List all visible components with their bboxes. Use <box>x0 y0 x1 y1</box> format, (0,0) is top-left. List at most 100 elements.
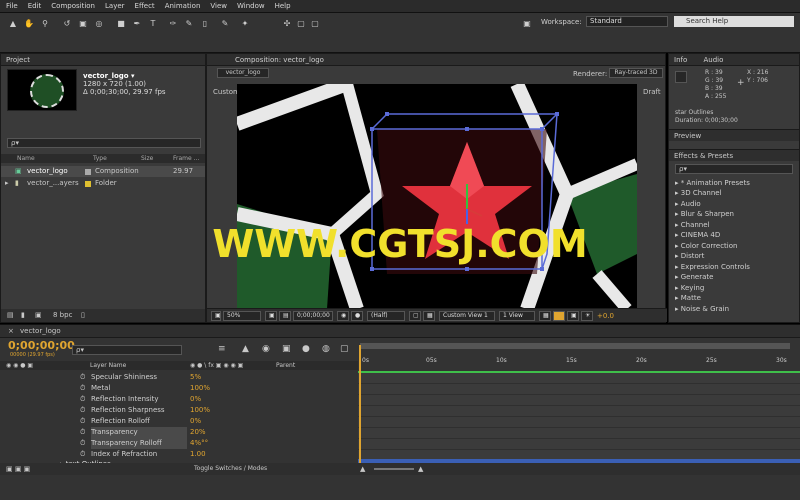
comp-name[interactable]: vector_logo ▾ <box>83 72 166 80</box>
layer-switches-icon[interactable]: ▣ ▣ ▣ <box>6 465 30 473</box>
current-time-indicator[interactable] <box>359 345 361 465</box>
composition-mini-flowchart-icon[interactable]: ≡ <box>218 344 226 354</box>
text-tool-icon[interactable]: T <box>148 19 158 29</box>
menu-window[interactable]: Window <box>237 2 265 10</box>
rotate-tool-icon[interactable]: ↺ <box>62 19 72 29</box>
frame-blending-icon[interactable]: ▣ <box>282 344 291 354</box>
expand-arrow-icon[interactable]: ▸ <box>5 178 9 189</box>
effect-category[interactable]: ▸ Noise & Grain <box>675 305 729 313</box>
stopwatch-icon[interactable]: ⏱ <box>80 383 85 394</box>
view-select[interactable]: Custom View 1 <box>439 311 495 321</box>
menu-layer[interactable]: Layer <box>105 2 125 10</box>
selection-tool-icon[interactable]: ▲ <box>8 19 18 29</box>
effect-category[interactable]: ▸ Audio <box>675 200 701 208</box>
bpc-label[interactable]: 8 bpc <box>53 311 72 319</box>
preview-tab[interactable]: Preview <box>669 129 799 141</box>
new-comp-icon[interactable]: ▣ <box>35 311 42 319</box>
exposure-reset-icon[interactable]: ☀ <box>581 311 593 321</box>
timeline-timecode[interactable]: 0;00;00;00 <box>8 339 75 352</box>
close-tab-icon[interactable]: × <box>8 327 14 335</box>
renderer-select[interactable]: Ray-traced 3D <box>609 68 663 78</box>
property-value[interactable]: 100% <box>190 383 210 394</box>
property-row[interactable]: ⏱ Specular Shininess 5% <box>0 372 358 383</box>
search-help-input[interactable]: Search Help <box>674 16 794 27</box>
resolution-select[interactable]: (Half) <box>367 311 405 321</box>
puppet-tool-icon[interactable]: ✦ <box>240 19 250 29</box>
menu-animation[interactable]: Animation <box>165 2 201 10</box>
effect-category[interactable]: ▸ Blur & Sharpen <box>675 210 734 218</box>
col-name[interactable]: Name <box>17 154 35 163</box>
view-axis-icon[interactable]: ▢ <box>310 19 320 29</box>
transparency-grid-icon[interactable]: ▦ <box>423 311 435 321</box>
property-row[interactable]: ⏱ Reflection Sharpness 100% <box>0 405 358 416</box>
label-color-swatch[interactable] <box>85 181 91 187</box>
col-frame[interactable]: Frame ... <box>173 154 199 163</box>
zoom-out-icon[interactable]: ▲ <box>360 465 365 473</box>
draft-3d-icon[interactable]: ▲ <box>242 344 249 354</box>
property-row[interactable]: ⏱ Index of Refraction 1.00 <box>0 449 358 460</box>
menu-help[interactable]: Help <box>275 2 291 10</box>
effects-presets-tab[interactable]: Effects & Presets <box>669 149 799 161</box>
property-row[interactable]: ⏱ Metal 100% <box>0 383 358 394</box>
property-row[interactable]: ⏱ Reflection Rolloff 0% <box>0 416 358 427</box>
property-value[interactable]: 4%°° <box>190 438 208 449</box>
world-axis-icon[interactable]: ▢ <box>296 19 306 29</box>
project-item[interactable]: ▸ ▮ vector_...ayers Folder <box>1 178 205 189</box>
views-select[interactable]: 1 View <box>499 311 535 321</box>
info-tab[interactable]: Info <box>674 56 687 64</box>
property-value[interactable]: 5% <box>190 372 201 383</box>
hand-tool-icon[interactable]: ✋ <box>24 19 34 29</box>
comp-viewer[interactable] <box>237 84 637 309</box>
stopwatch-icon[interactable]: ⏱ <box>80 394 85 405</box>
axis-mode-icon[interactable]: ✣ <box>282 19 292 29</box>
effect-category[interactable]: ▸ Matte <box>675 294 701 302</box>
effect-category[interactable]: ▸ Keying <box>675 284 704 292</box>
stopwatch-icon[interactable]: ⏱ <box>80 438 85 449</box>
effect-category[interactable]: ▸ Generate <box>675 273 713 281</box>
composition-tab[interactable]: Composition: vector_logo <box>207 54 665 66</box>
brush-tool-icon[interactable]: ✑ <box>168 19 178 29</box>
trash-icon[interactable]: ▯ <box>81 311 85 319</box>
flowchart-icon[interactable]: ▣ <box>567 311 579 321</box>
project-search-input[interactable]: ρ▾ <box>7 138 201 148</box>
menu-composition[interactable]: Composition <box>51 2 95 10</box>
graph-editor-icon[interactable]: ◍ <box>322 344 330 354</box>
col-parent[interactable]: Parent <box>276 361 295 370</box>
col-size[interactable]: Size <box>141 154 153 163</box>
interpret-footage-icon[interactable]: ▤ <box>7 311 14 319</box>
pen-tool-icon[interactable]: ✒ <box>132 19 142 29</box>
property-row[interactable]: ⏱ Reflection Intensity 0% <box>0 394 358 405</box>
track-area[interactable] <box>358 371 800 463</box>
pan-behind-tool-icon[interactable]: ◎ <box>94 19 104 29</box>
property-value[interactable]: 100% <box>190 405 210 416</box>
workspace-select[interactable]: Standard <box>586 16 668 27</box>
channel-icon[interactable]: ● <box>351 311 363 321</box>
project-item[interactable]: ▣ vector_logo Composition 29.97 <box>1 166 205 177</box>
zoom-slider[interactable] <box>374 468 414 470</box>
time-ruler[interactable]: 0s 05s 10s 15s 20s 25s 30s <box>358 339 800 371</box>
menu-view[interactable]: View <box>210 2 227 10</box>
brainstorm-icon[interactable]: ▢ <box>340 344 349 354</box>
label-color-swatch[interactable] <box>85 169 91 175</box>
toggle-switches-button[interactable]: Toggle Switches / Modes <box>194 465 267 472</box>
menu-effect[interactable]: Effect <box>135 2 155 10</box>
safe-zones-icon[interactable]: ▣ <box>265 311 277 321</box>
property-value[interactable]: 1.00 <box>190 449 206 460</box>
av-features-icon[interactable]: ◉ ◉ ● ▣ <box>6 361 33 370</box>
effect-category[interactable]: ▸ 3D Channel <box>675 189 722 197</box>
snapshot-icon[interactable]: ◉ <box>337 311 349 321</box>
rectangle-tool-icon[interactable]: ■ <box>116 19 126 29</box>
stopwatch-icon[interactable]: ⏱ <box>80 416 85 427</box>
property-value[interactable]: 0% <box>190 394 201 405</box>
timecode-display[interactable]: 0;00;00;00 <box>293 311 333 321</box>
zoom-select[interactable]: 50% <box>223 311 261 321</box>
new-folder-icon[interactable]: ▮ <box>21 311 25 319</box>
switches-icons[interactable]: ◉ ● \ fx ▣ ◉ ◉ ▣ <box>190 361 243 370</box>
timeline-icon[interactable] <box>553 311 565 321</box>
zoom-tool-icon[interactable]: ⚲ <box>40 19 50 29</box>
property-value[interactable]: 0% <box>190 416 201 427</box>
roto-tool-icon[interactable]: ✎ <box>220 19 230 29</box>
timeline-search-input[interactable]: ρ▾ <box>72 345 182 355</box>
menu-edit[interactable]: Edit <box>28 2 42 10</box>
grid-icon[interactable]: ▤ <box>279 311 291 321</box>
